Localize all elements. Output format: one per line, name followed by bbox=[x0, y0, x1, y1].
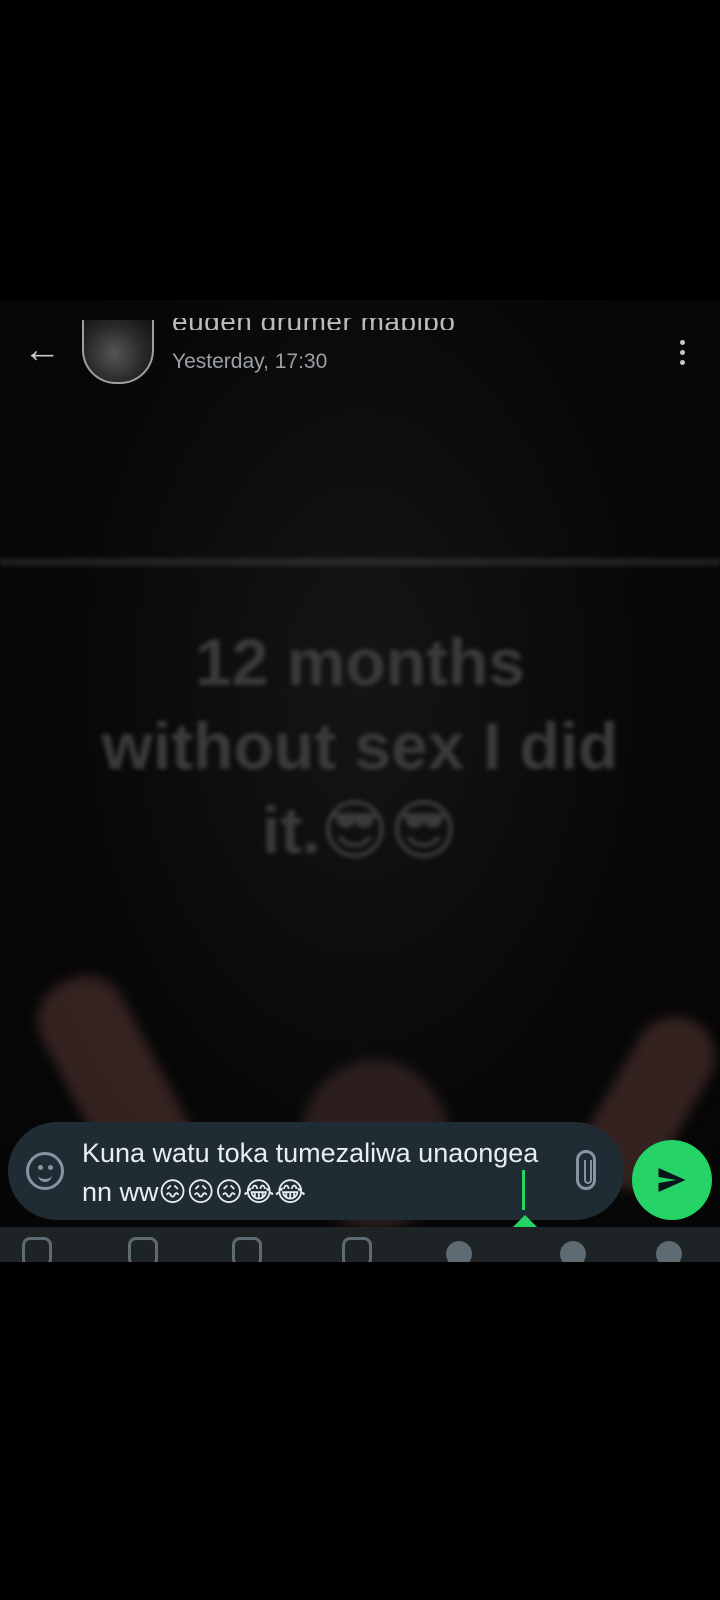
more-vert-icon[interactable] bbox=[672, 330, 692, 374]
message-composer: Kuna watu toka tumezaliwa unaongea nn ww… bbox=[8, 1122, 624, 1220]
message-input[interactable]: Kuna watu toka tumezaliwa unaongea nn ww… bbox=[82, 1134, 542, 1212]
status-caption: 12 months without sex I did it.😎😎 bbox=[40, 620, 680, 872]
last-seen: Yesterday, 17:30 bbox=[172, 350, 328, 373]
paperclip-icon[interactable] bbox=[576, 1150, 596, 1190]
status-caption-line: without sex I did bbox=[101, 709, 619, 783]
mic-icon[interactable] bbox=[656, 1241, 682, 1262]
avatar[interactable] bbox=[82, 320, 154, 384]
sticker-icon[interactable] bbox=[128, 1237, 158, 1262]
clipboard-icon[interactable] bbox=[342, 1237, 372, 1262]
emoji-icon[interactable] bbox=[26, 1152, 64, 1190]
send-icon bbox=[658, 1168, 686, 1192]
blank-area bbox=[0, 1262, 720, 1600]
status-caption-line: 12 months bbox=[194, 625, 526, 699]
gif-icon[interactable] bbox=[232, 1237, 262, 1262]
apps-icon[interactable] bbox=[22, 1237, 52, 1262]
send-button[interactable] bbox=[632, 1140, 712, 1220]
keyboard-toolbar bbox=[0, 1227, 720, 1262]
arrow-left-icon[interactable]: ← bbox=[22, 330, 62, 370]
status-caption-line: it.😎😎 bbox=[261, 793, 459, 867]
text-cursor bbox=[522, 1170, 525, 1210]
settings-icon[interactable] bbox=[446, 1241, 472, 1262]
palette-icon[interactable] bbox=[560, 1241, 586, 1262]
chat-header: ← eugen drumer mabibo Yesterday, 17:30 bbox=[0, 318, 720, 400]
status-progress-bar bbox=[0, 558, 720, 566]
